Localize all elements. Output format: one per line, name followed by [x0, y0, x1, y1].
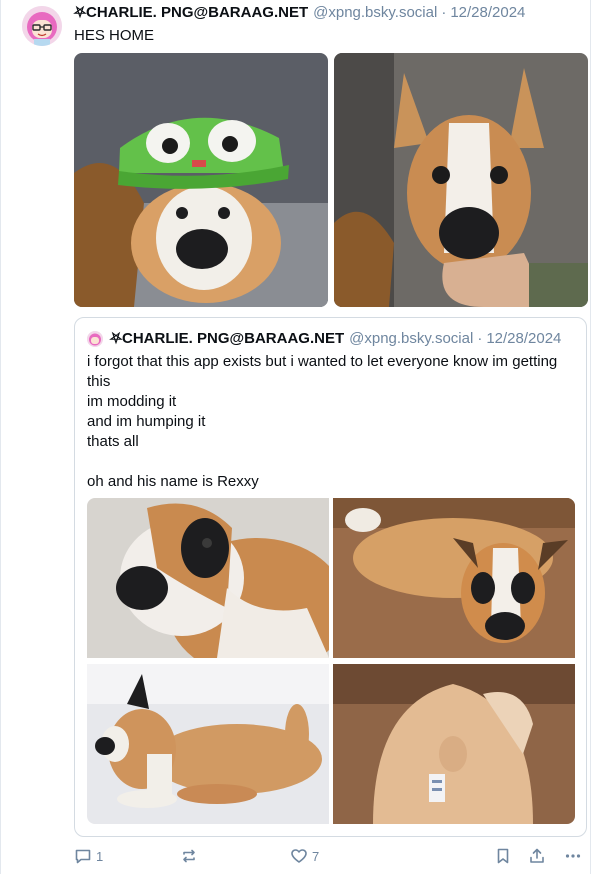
- more-options-button[interactable]: [564, 847, 586, 865]
- repost-button[interactable]: [180, 847, 202, 865]
- share-icon: [530, 848, 544, 863]
- post-date[interactable]: 12/28/2024: [450, 4, 525, 21]
- quoted-separator: ·: [477, 330, 483, 347]
- more-icon: [565, 854, 581, 858]
- avatar[interactable]: [22, 6, 62, 46]
- quoted-author-handle[interactable]: @xpng.bsky.social: [349, 330, 473, 347]
- quoted-image-1[interactable]: [87, 498, 329, 658]
- quoted-image-3[interactable]: [87, 664, 329, 824]
- bookmark-icon: [497, 848, 509, 864]
- post-media-grid: [74, 53, 588, 307]
- quoted-media-grid: [87, 498, 575, 824]
- post-image-1[interactable]: [74, 53, 328, 307]
- quoted-image-4[interactable]: [333, 664, 575, 824]
- quoted-image-2[interactable]: [333, 498, 575, 658]
- separator: ·: [441, 4, 447, 21]
- quoted-author-name[interactable]: ⛧CHARLIE. PNG@BARAAG.NET: [110, 330, 344, 347]
- post-text: HES HOME: [74, 27, 155, 44]
- like-icon: [291, 849, 307, 863]
- quoted-post-header: ⛧CHARLIE. PNG@BARAAG.NET @xpng.bsky.soci…: [87, 330, 561, 347]
- like-button[interactable]: 7: [290, 847, 319, 865]
- reply-icon: [75, 849, 91, 864]
- like-count: 7: [312, 848, 320, 864]
- author-handle[interactable]: @xpng.bsky.social: [313, 4, 437, 21]
- right-border: [590, 0, 591, 874]
- post-header: ⛧CHARLIE. PNG@BARAAG.NET @xpng.bsky.soci…: [74, 4, 525, 22]
- post-actions: 1 7: [74, 847, 588, 867]
- bookmark-button[interactable]: [494, 847, 516, 865]
- repost-icon: [183, 849, 195, 863]
- reply-button[interactable]: 1: [74, 847, 103, 865]
- reply-count: 1: [96, 848, 104, 864]
- avatar-image: [22, 6, 62, 46]
- quoted-avatar[interactable]: [87, 330, 103, 347]
- left-border: [0, 0, 1, 874]
- post-image-2[interactable]: [334, 53, 588, 307]
- quoted-post-date[interactable]: 12/28/2024: [486, 330, 561, 347]
- quoted-post-text: i forgot that this app exists but i want…: [87, 353, 558, 490]
- share-button[interactable]: [528, 847, 550, 865]
- quoted-post[interactable]: ⛧CHARLIE. PNG@BARAAG.NET @xpng.bsky.soci…: [74, 317, 587, 837]
- author-name[interactable]: ⛧CHARLIE. PNG@BARAAG.NET: [74, 4, 308, 21]
